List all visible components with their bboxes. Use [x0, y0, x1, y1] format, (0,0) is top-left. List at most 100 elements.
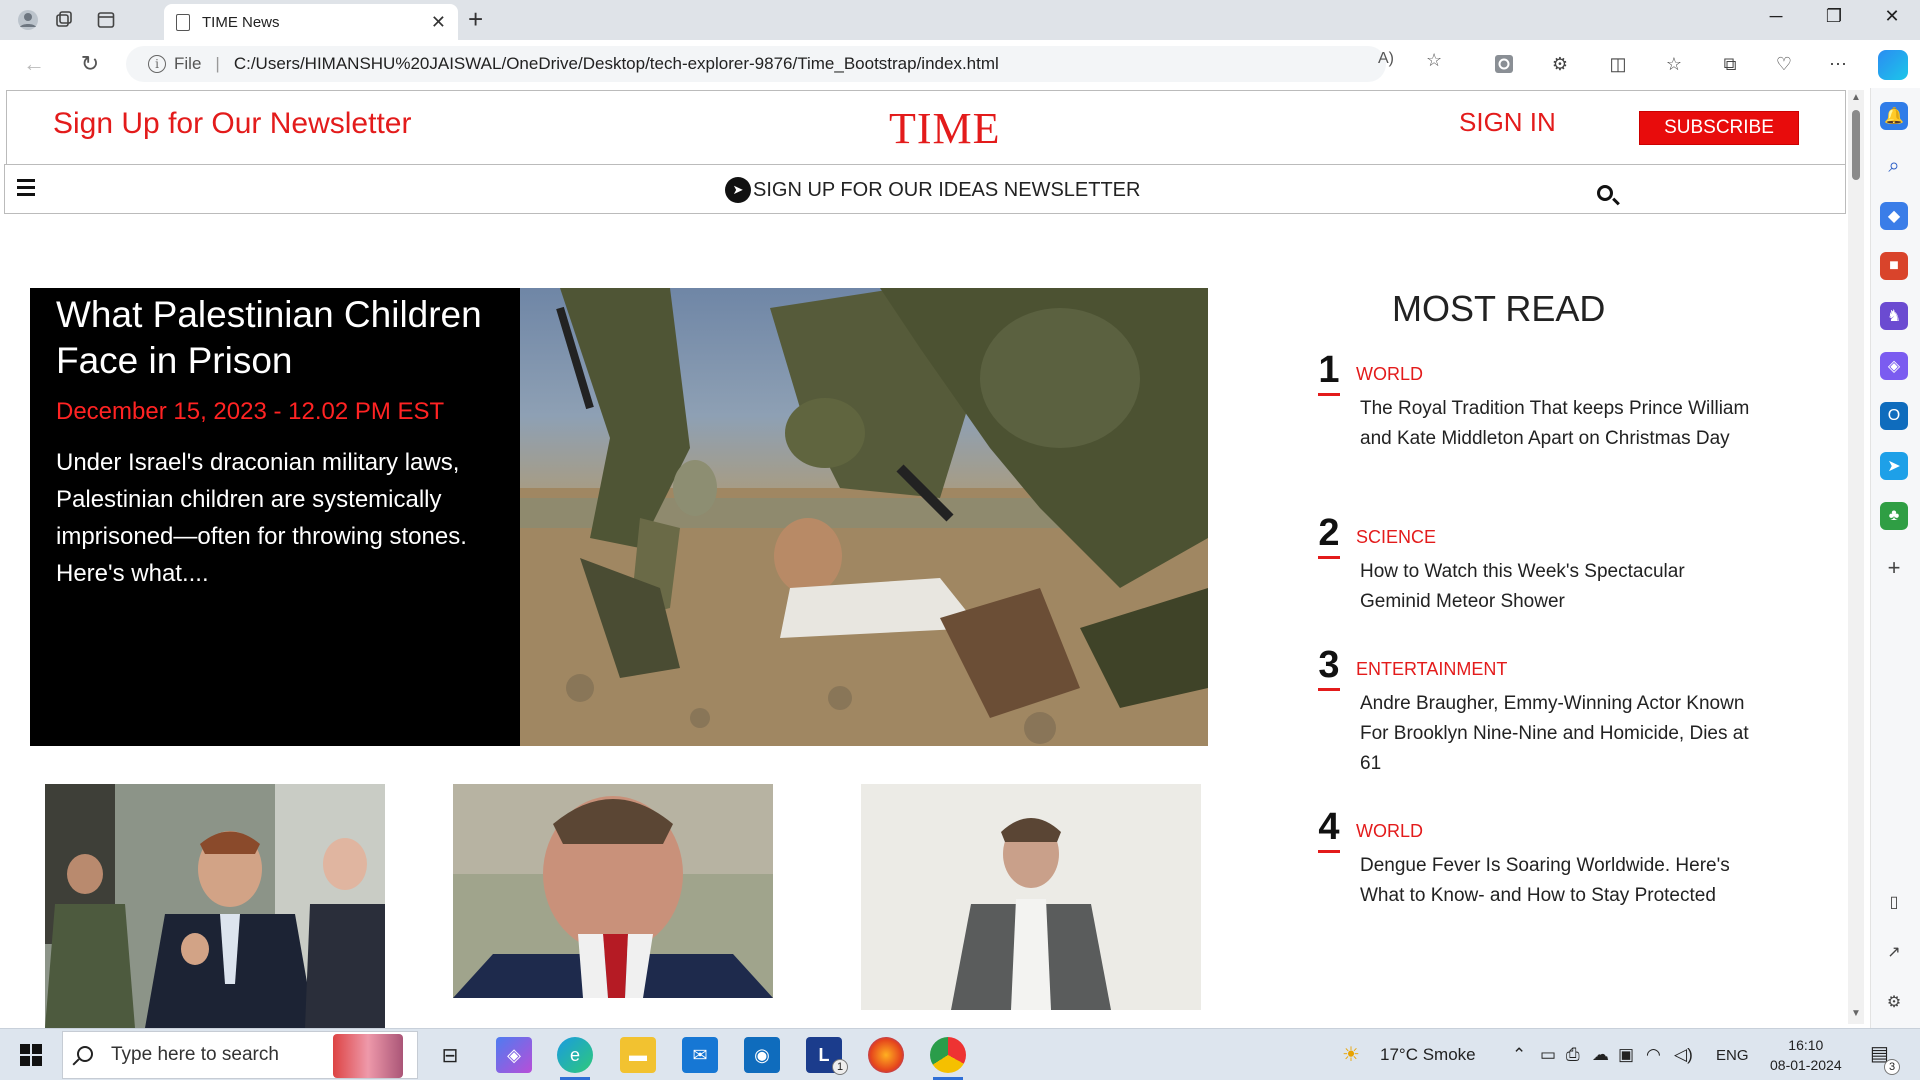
edge-browser-icon[interactable]: e [557, 1037, 593, 1073]
most-read-number: 2 [1316, 513, 1342, 559]
tab-time-news[interactable]: TIME News ✕ [164, 4, 458, 40]
copilot-icon[interactable] [1878, 50, 1908, 80]
shopping-tag-icon[interactable]: ◆ [1880, 202, 1908, 230]
most-read-headline[interactable]: How to Watch this Week's Spectacular Gem… [1360, 557, 1760, 617]
display-icon[interactable]: ▣ [1618, 1045, 1634, 1065]
search-icon[interactable] [1597, 185, 1613, 201]
minimize-button[interactable]: ─ [1756, 6, 1796, 27]
most-read-headline[interactable]: The Royal Tradition That keeps Prince Wi… [1360, 394, 1760, 454]
page-scrollbar[interactable]: ▲ ▼ [1848, 90, 1864, 1024]
article-thumbnail-2[interactable] [453, 784, 773, 998]
most-read-headline[interactable]: Andre Braugher, Emmy-Winning Actor Known… [1360, 689, 1760, 779]
wifi-icon[interactable]: ◠ [1646, 1045, 1661, 1065]
hero-date: December 15, 2023 - 12.02 PM EST [56, 398, 445, 425]
games-icon[interactable]: ♞ [1880, 302, 1908, 330]
most-read-headline[interactable]: Dengue Fever Is Soaring Worldwide. Here'… [1360, 851, 1760, 911]
most-read-category[interactable]: SCIENCE [1356, 527, 1436, 548]
paper-plane-icon: ➤ [725, 177, 751, 203]
sidebar-layout-icon[interactable]: ▯ [1880, 888, 1908, 916]
mail-icon[interactable]: ✉ [682, 1037, 718, 1073]
hero-title[interactable]: What Palestinian Children Face in Prison [56, 292, 494, 384]
extensions-icon[interactable]: ⚙ [1546, 50, 1574, 78]
open-external-icon[interactable]: ↗ [1880, 938, 1908, 966]
most-read-category[interactable]: ENTERTAINMENT [1356, 659, 1507, 680]
battery-icon[interactable]: ▭ [1540, 1045, 1556, 1065]
notification-count-badge: 3 [1884, 1059, 1900, 1075]
show-hidden-icons[interactable]: ⌃ [1512, 1045, 1526, 1065]
newsletter-signup-link[interactable]: Sign Up for Our Newsletter [53, 107, 411, 141]
hamburger-menu-icon[interactable] [17, 179, 35, 200]
hero-article[interactable]: What Palestinian Children Face in Prison… [30, 288, 1208, 746]
store-icon[interactable]: ◉ [744, 1037, 780, 1073]
app-badge-count: 1 [832, 1059, 848, 1075]
favorite-star-icon[interactable]: ☆ [1426, 50, 1442, 71]
split-screen-icon[interactable]: ◫ [1604, 50, 1632, 78]
most-read-item[interactable]: 1 WORLD The Royal Tradition That keeps P… [1316, 350, 1756, 490]
close-window-button[interactable]: ✕ [1872, 6, 1912, 27]
weather-icon[interactable]: ☀ [1342, 1042, 1360, 1067]
file-explorer-icon[interactable]: ▬ [620, 1037, 656, 1073]
copilot-taskbar-icon[interactable]: ◈ [496, 1037, 532, 1073]
ideas-newsletter-link[interactable]: ➤ SIGN UP FOR OUR IDEAS NEWSLETTER [725, 177, 1140, 203]
add-sidebar-app-icon[interactable]: + [1880, 554, 1908, 582]
more-options-icon[interactable]: ⋯ [1824, 50, 1852, 78]
notifications-bell-icon[interactable]: 🔔 [1880, 102, 1908, 130]
profile-icon[interactable] [14, 6, 42, 34]
sidebar-settings-icon[interactable]: ⚙ [1880, 988, 1908, 1016]
scroll-down-icon[interactable]: ▼ [1851, 1008, 1861, 1019]
vertical-tabs-icon[interactable] [92, 6, 120, 34]
taskbar-search-icon [77, 1046, 93, 1062]
taskbar-search-placeholder: Type here to search [111, 1044, 279, 1065]
most-read-item[interactable]: 4 WORLD Dengue Fever Is Soaring Worldwid… [1316, 807, 1756, 917]
tree-icon[interactable]: ♣ [1880, 502, 1908, 530]
read-aloud-icon[interactable]: A) [1378, 50, 1394, 68]
url-text[interactable]: C:/Users/HIMANSHU%20JAISWAL/OneDrive/Des… [234, 54, 999, 74]
time-logo[interactable]: TIME [889, 103, 1001, 154]
restore-button[interactable]: ❐ [1814, 6, 1854, 27]
article-thumbnail-3[interactable] [861, 784, 1201, 1010]
taskbar-search-box[interactable]: Type here to search [62, 1031, 418, 1079]
refresh-button[interactable]: ↻ [74, 48, 106, 80]
sidebar-search-icon[interactable]: ⌕ [1880, 152, 1908, 180]
clock-time: 16:10 [1788, 1037, 1824, 1053]
task-view-icon[interactable]: ⊟ [432, 1037, 468, 1073]
scheme-label: File [174, 54, 202, 73]
windows-taskbar: Type here to search ⊟ ◈ e ▬ ✉ ◉ L 1 ☀ 17… [0, 1028, 1920, 1080]
most-read-number: 1 [1316, 350, 1342, 396]
most-read-item[interactable]: 3 ENTERTAINMENT Andre Braugher, Emmy-Win… [1316, 645, 1756, 785]
subscribe-button[interactable]: SUBSCRIBE [1639, 111, 1799, 145]
meet-now-icon[interactable]: ⎙ [1566, 1045, 1580, 1065]
volume-icon[interactable]: ◁) [1674, 1045, 1693, 1065]
workspaces-icon[interactable] [50, 6, 78, 34]
most-read-category[interactable]: WORLD [1356, 821, 1423, 842]
outlook-icon[interactable]: O [1880, 402, 1908, 430]
close-tab-icon[interactable]: ✕ [431, 12, 446, 33]
extension-q-icon[interactable] [1490, 50, 1518, 78]
info-icon[interactable]: i [148, 55, 166, 73]
windows-start-icon[interactable] [20, 1044, 42, 1066]
most-read-item[interactable]: 2 SCIENCE How to Watch this Week's Spect… [1316, 513, 1756, 623]
new-tab-button[interactable]: + [468, 4, 483, 35]
collections-icon[interactable]: ⧉ [1716, 50, 1744, 78]
firefox-icon[interactable] [868, 1037, 904, 1073]
article-thumbnail-1[interactable] [45, 784, 385, 1028]
back-button[interactable]: ← [18, 48, 50, 80]
chrome-icon[interactable] [930, 1037, 966, 1073]
address-bar[interactable]: i File | C:/Users/HIMANSHU%20JAISWAL/One… [126, 46, 1386, 82]
tools-briefcase-icon[interactable]: ■ [1880, 252, 1908, 280]
onedrive-cloud-icon[interactable]: ☁ [1592, 1045, 1609, 1065]
send-icon[interactable]: ➤ [1880, 452, 1908, 480]
scroll-up-icon[interactable]: ▲ [1851, 92, 1861, 103]
sign-in-link[interactable]: SIGN IN [1459, 107, 1556, 138]
hero-image[interactable] [520, 288, 1208, 746]
browser-essentials-icon[interactable]: ♡ [1770, 50, 1798, 78]
favorites-icon[interactable]: ☆ [1660, 50, 1688, 78]
system-clock[interactable]: 16:10 08-01-2024 [1770, 1035, 1842, 1075]
microsoft-365-icon[interactable]: ◈ [1880, 352, 1908, 380]
weather-text[interactable]: 17°C Smoke [1380, 1045, 1476, 1065]
scrollbar-thumb[interactable] [1852, 110, 1860, 180]
tab-title: TIME News [202, 13, 280, 31]
language-indicator[interactable]: ENG [1716, 1047, 1749, 1064]
most-read-category[interactable]: WORLD [1356, 364, 1423, 385]
most-read-number: 4 [1316, 807, 1342, 853]
